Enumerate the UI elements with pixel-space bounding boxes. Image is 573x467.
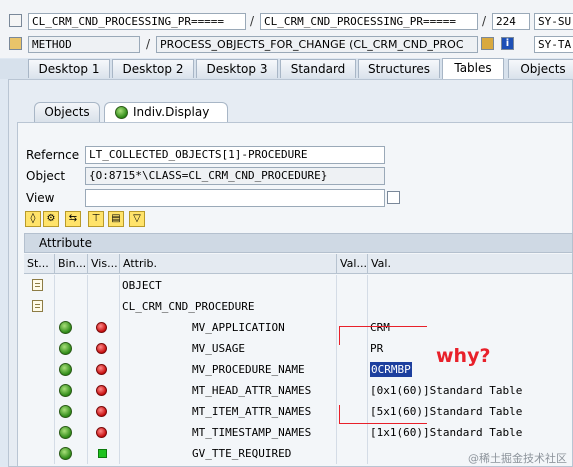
object-input: {O:8715*\CLASS=CL_CRM_CND_PROCEDURE} <box>85 167 385 185</box>
col-binding[interactable]: Bin... <box>55 254 88 274</box>
attribute-value-selected[interactable]: 0CRMBP <box>370 362 412 377</box>
event-field[interactable]: PROCESS_OBJECTS_FOR_CHANGE (CL_CRM_CND_P… <box>156 36 478 53</box>
attribute-name: CL_CRM_CND_PROCEDURE <box>122 296 337 317</box>
annotation-bracket <box>339 405 340 424</box>
event-type-field[interactable]: METHOD <box>28 36 140 53</box>
private-icon <box>59 342 72 355</box>
annotation-bracket <box>339 326 427 327</box>
tab-objects[interactable]: Objects <box>508 59 573 78</box>
table-row[interactable]: MT_TIMESTAMP_NAMES [1x1(60)]Standard Tab… <box>24 422 573 443</box>
settings-icon[interactable]: ⚙ <box>43 211 59 227</box>
detail-icon[interactable]: ◊ <box>25 211 41 227</box>
table-row[interactable]: CL_CRM_CND_PROCEDURE <box>24 296 573 317</box>
visibility-icon <box>96 322 107 333</box>
private-icon <box>59 363 72 376</box>
private-icon <box>59 321 72 334</box>
reference-input[interactable]: LT_COLLECTED_OBJECTS[1]-PROCEDURE <box>85 146 385 164</box>
private-icon <box>59 405 72 418</box>
attribute-section-header: Attribute <box>24 233 573 253</box>
col-attribute[interactable]: Attrib. <box>120 254 337 274</box>
col-status[interactable]: St... <box>24 254 55 274</box>
edit-icon[interactable] <box>481 37 494 50</box>
attribute-name: MT_HEAD_ATTR_NAMES <box>122 380 337 401</box>
separator: / <box>250 14 255 28</box>
view-input[interactable] <box>85 189 385 207</box>
attribute-value: [0x1(60)]Standard Table <box>370 384 523 397</box>
info-icon[interactable]: i <box>501 37 514 50</box>
col-visibility[interactable]: Vis... <box>88 254 120 274</box>
subtab-indiv-display[interactable]: Indiv.Display <box>104 102 228 122</box>
private-icon <box>59 384 72 397</box>
attribute-name: GV_TTE_REQUIRED <box>122 443 337 464</box>
visibility-icon <box>96 343 107 354</box>
attribute-name: MT_TIMESTAMP_NAMES <box>122 422 337 443</box>
line-field[interactable]: 224 <box>492 13 530 30</box>
separator: / <box>146 37 151 51</box>
watermark: @稀土掘金技术社区 <box>468 452 567 465</box>
annotation-bracket <box>339 326 340 345</box>
subtab-indiv-display-label: Indiv.Display <box>133 105 210 119</box>
attribute-name: MV_USAGE <box>122 338 337 359</box>
table-row[interactable]: MT_ITEM_ATTR_NAMES [5x1(60)]Standard Tab… <box>24 401 573 422</box>
attribute-value <box>370 275 573 296</box>
tab-desktop-2[interactable]: Desktop 2 <box>112 59 194 78</box>
tab-standard[interactable]: Standard <box>280 59 356 78</box>
annotation-bracket <box>339 423 427 424</box>
filter-icon[interactable]: ▽ <box>129 211 145 227</box>
page-icon <box>32 300 43 312</box>
visibility-icon <box>98 449 107 458</box>
attribute-name: OBJECT <box>122 275 337 296</box>
attribute-value: CRM <box>370 321 390 334</box>
table-row[interactable]: OBJECT <box>24 275 573 296</box>
method-icon[interactable] <box>9 37 22 50</box>
view-popup-icon[interactable] <box>387 191 400 204</box>
sy-tabix-field[interactable]: SY-TA <box>534 36 573 53</box>
subtab-objects[interactable]: Objects <box>34 102 100 122</box>
attribute-value: [5x1(60)]Standard Table <box>370 405 523 418</box>
sy-subrc-field[interactable]: SY-SU <box>534 13 573 30</box>
private-icon <box>59 426 72 439</box>
attribute-value: [1x1(60)]Standard Table <box>370 426 523 439</box>
reference-label: Refernce <box>26 148 80 162</box>
table-row[interactable]: MV_PROCEDURE_NAME 0CRMBP <box>24 359 573 380</box>
private-icon <box>59 447 72 460</box>
tab-tables[interactable]: Tables <box>442 58 504 79</box>
tab-desktop-1[interactable]: Desktop 1 <box>28 59 110 78</box>
layout-icon[interactable]: ▤ <box>108 211 124 227</box>
structure-icon[interactable] <box>9 14 22 27</box>
table-row[interactable]: MV_APPLICATION CRM <box>24 317 573 338</box>
visibility-icon <box>96 406 107 417</box>
view-label: View <box>26 191 55 205</box>
attribute-value <box>370 296 573 317</box>
col-value-short[interactable]: Val... <box>337 254 368 274</box>
page-icon <box>32 279 43 291</box>
visibility-icon <box>96 364 107 375</box>
program-field[interactable]: CL_CRM_CND_PROCESSING_PR===== <box>28 13 246 30</box>
include-field[interactable]: CL_CRM_CND_PROCESSING_PR===== <box>260 13 478 30</box>
attribute-name: MV_APPLICATION <box>122 317 337 338</box>
tab-structures[interactable]: Structures <box>358 59 440 78</box>
attribute-name: MT_ITEM_ATTR_NAMES <box>122 401 337 422</box>
col-value[interactable]: Val. <box>368 254 573 274</box>
object-label: Object <box>26 169 66 183</box>
tab-desktop-3[interactable]: Desktop 3 <box>196 59 278 78</box>
visibility-icon <box>96 385 107 396</box>
annotation-why: why? <box>436 345 491 367</box>
separator: / <box>482 14 487 28</box>
table-row[interactable]: MT_HEAD_ATTR_NAMES [0x1(60)]Standard Tab… <box>24 380 573 401</box>
attribute-name: MV_PROCEDURE_NAME <box>122 359 337 380</box>
visibility-icon <box>96 427 107 438</box>
display-status-icon <box>115 106 128 119</box>
tree-icon[interactable]: ⊤ <box>88 211 104 227</box>
table-row[interactable]: MV_USAGE PR <box>24 338 573 359</box>
hierarchy-icon[interactable]: ⇆ <box>65 211 81 227</box>
